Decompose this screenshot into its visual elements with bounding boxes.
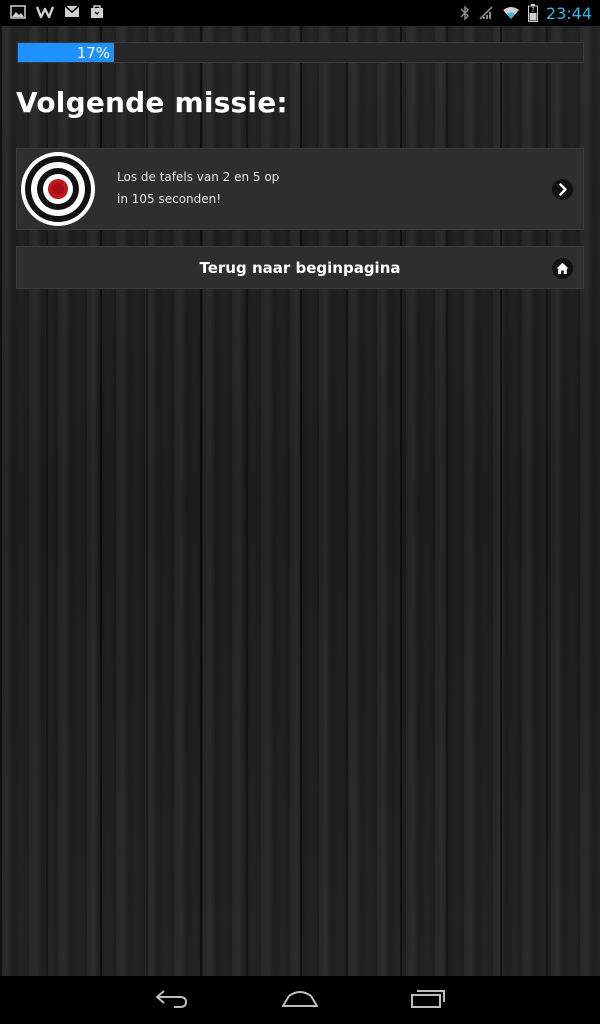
- mission-line-1: Los de tafels van 2 en 5 op: [117, 170, 280, 184]
- navigation-bar: [0, 976, 600, 1024]
- progress-bar: 17%: [17, 42, 584, 63]
- chevron-right-icon[interactable]: [552, 179, 573, 200]
- back-icon: [154, 987, 190, 1013]
- svg-text:?: ?: [531, 6, 535, 14]
- wifi-icon: [502, 6, 520, 20]
- battery-icon: ?: [527, 4, 538, 22]
- recent-apps-icon: [410, 987, 446, 1013]
- w-app-icon: [36, 5, 54, 19]
- shopping-bag-icon: [90, 4, 104, 19]
- back-to-home-button[interactable]: Terug naar beginpagina: [16, 246, 584, 289]
- nav-back-button[interactable]: [142, 984, 202, 1016]
- page-title: Volgende missie:: [16, 86, 288, 119]
- nav-recent-apps-button[interactable]: [398, 984, 458, 1016]
- screen: ? 23:44 17% Volgende missie: Los de tafe…: [0, 0, 600, 1024]
- mission-line-2: in 105 seconden!: [117, 192, 222, 206]
- bluetooth-icon: [460, 5, 470, 21]
- next-mission-card[interactable]: Los de tafels van 2 en 5 op in 105 secon…: [16, 148, 584, 230]
- back-to-home-label: Terug naar beginpagina: [199, 258, 401, 277]
- gallery-icon: [10, 4, 26, 19]
- home-icon: [552, 258, 573, 279]
- gmail-icon: [64, 5, 80, 18]
- mission-description: Los de tafels van 2 en 5 op in 105 secon…: [117, 166, 279, 210]
- nav-home-button[interactable]: [270, 984, 330, 1016]
- progress-label: 17%: [76, 43, 111, 62]
- no-signal-icon: [478, 5, 494, 21]
- status-time: 23:44: [545, 3, 592, 23]
- home-icon: [281, 988, 319, 1012]
- target-icon: [20, 151, 96, 227]
- status-bar: ? 23:44: [0, 0, 600, 26]
